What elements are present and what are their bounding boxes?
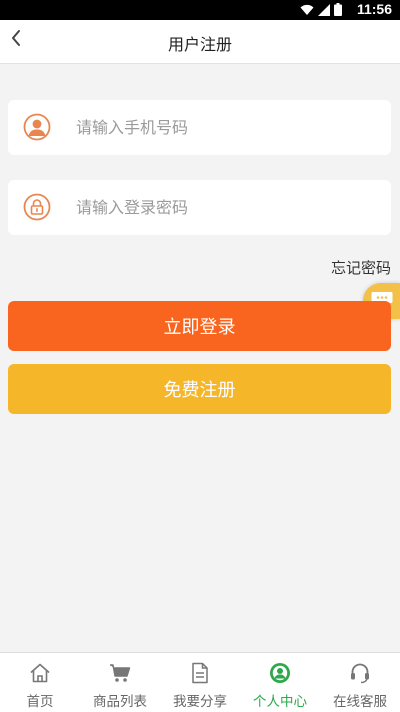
password-input[interactable] xyxy=(76,194,376,220)
tab-label: 首页 xyxy=(26,694,54,710)
phone-input[interactable] xyxy=(76,114,376,140)
register-button[interactable]: 免费注册 xyxy=(8,364,391,414)
signal-icon xyxy=(318,1,330,20)
password-field[interactable] xyxy=(8,180,391,235)
page-title: 用户注册 xyxy=(167,35,232,54)
phone-field[interactable] xyxy=(8,100,391,155)
person-circle-icon xyxy=(268,661,292,685)
tab-label: 在线客服 xyxy=(333,694,387,710)
status-bar: 11:56 xyxy=(0,0,400,20)
headset-icon xyxy=(348,661,372,685)
user-icon xyxy=(23,113,51,141)
tab-label: 我要分享 xyxy=(173,694,227,710)
bottom-tab-bar: 首页 商品列表 我要分享 个人中心 在线客服 xyxy=(0,652,400,712)
lock-icon xyxy=(23,193,51,221)
document-icon xyxy=(188,661,212,685)
tab-label: 个人中心 xyxy=(253,694,307,710)
clock: 11:56 xyxy=(356,1,392,17)
forgot-password-link[interactable]: 忘记密码 xyxy=(331,257,391,278)
cart-icon xyxy=(108,661,132,685)
home-icon xyxy=(28,661,52,685)
wifi-icon xyxy=(300,1,314,20)
tab-label: 商品列表 xyxy=(93,694,147,710)
tab-online-service[interactable]: 在线客服 xyxy=(320,653,400,712)
navigation-bar: 用户注册 xyxy=(0,20,400,64)
battery-icon xyxy=(334,1,342,20)
tab-product-list[interactable]: 商品列表 xyxy=(80,653,160,712)
tab-personal-center[interactable]: 个人中心 xyxy=(240,653,320,712)
login-button[interactable]: 立即登录 xyxy=(8,301,391,351)
tab-home[interactable]: 首页 xyxy=(0,653,80,712)
tab-share[interactable]: 我要分享 xyxy=(160,653,240,712)
